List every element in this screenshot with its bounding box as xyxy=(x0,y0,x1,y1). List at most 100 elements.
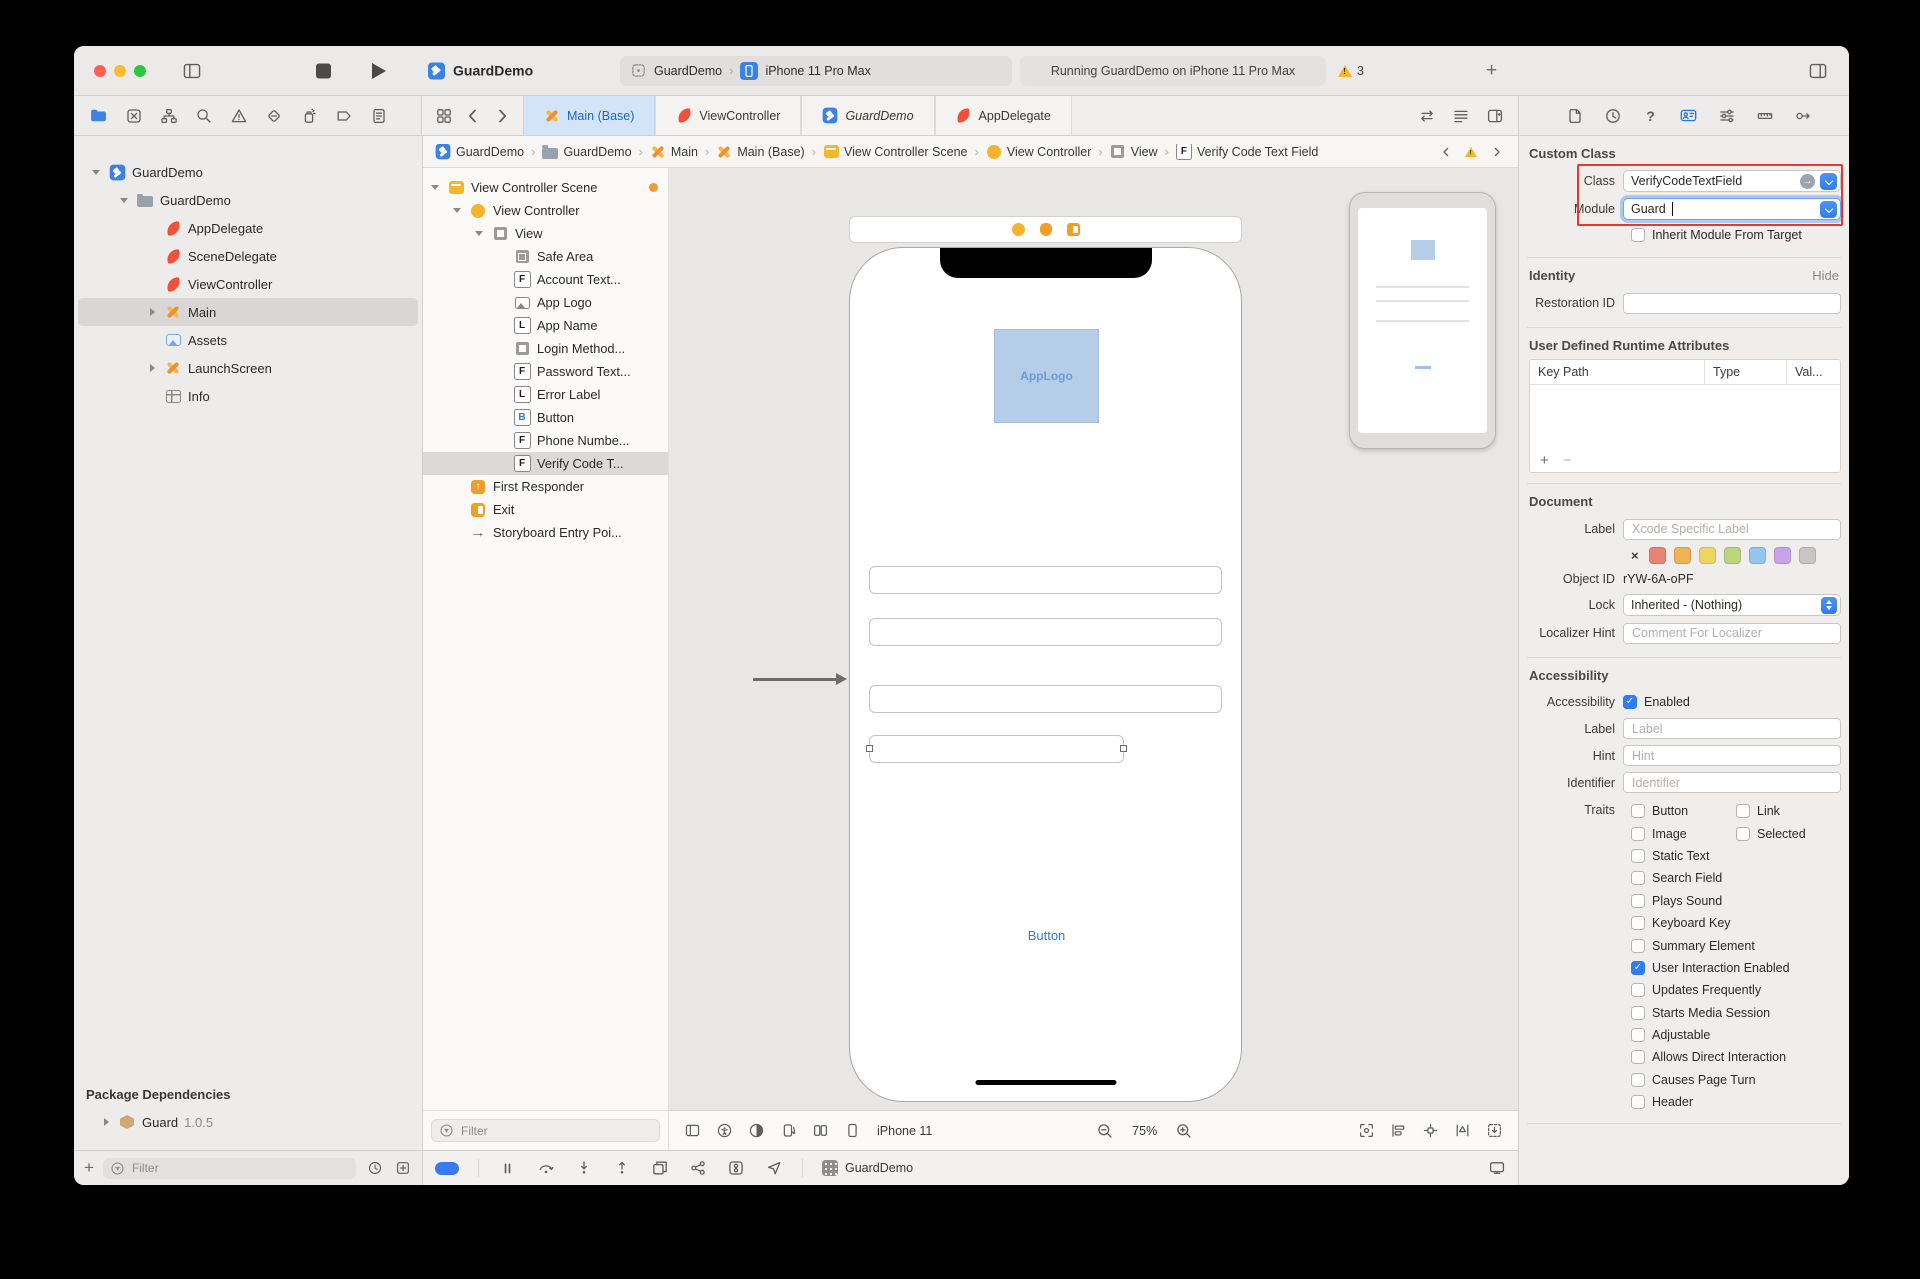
remove-attribute-button[interactable]: − xyxy=(1563,452,1572,469)
appearance-icon[interactable] xyxy=(747,1121,766,1140)
verify-code-text-field[interactable] xyxy=(869,735,1124,763)
breadcrumb-verify-code-text-field[interactable]: FVerify Code Text Field xyxy=(1176,144,1318,160)
file-inspector-icon[interactable] xyxy=(1565,106,1584,125)
color-swatch-3[interactable] xyxy=(1724,547,1741,564)
breadcrumb-view-controller-scene[interactable]: View Controller Scene xyxy=(823,144,967,160)
scheme-selector[interactable]: GuardDemo › iPhone 11 Pro Max xyxy=(620,56,1012,86)
restoration-id-input[interactable] xyxy=(1630,295,1834,311)
accessibility-label-input[interactable] xyxy=(1630,721,1834,737)
identity-inspector-icon[interactable] xyxy=(1679,106,1698,125)
class-dropdown-icon[interactable] xyxy=(1820,173,1837,190)
localizer-hint-input[interactable] xyxy=(1630,625,1834,641)
app-logo-view[interactable]: AppLogo xyxy=(994,329,1099,423)
step-out-icon[interactable] xyxy=(612,1159,631,1178)
size-inspector-icon[interactable] xyxy=(1755,106,1774,125)
trait-checkbox-allows-direct-interaction[interactable] xyxy=(1631,1050,1645,1064)
update-frames-icon[interactable] xyxy=(1485,1121,1504,1140)
color-swatch-5[interactable] xyxy=(1774,547,1791,564)
module-combo-box[interactable]: Guard xyxy=(1623,198,1841,220)
trait-checkbox-header[interactable] xyxy=(1631,1095,1645,1109)
zoom-out-icon[interactable] xyxy=(1096,1121,1115,1140)
trait-checkbox-link[interactable] xyxy=(1736,804,1750,818)
outline-toggle-icon[interactable] xyxy=(683,1121,702,1140)
split-editor-icon[interactable] xyxy=(811,1121,830,1140)
module-dropdown-icon[interactable] xyxy=(1820,201,1837,218)
scale-to-fit-icon[interactable] xyxy=(1357,1121,1376,1140)
inherit-module-checkbox[interactable] xyxy=(1631,228,1645,242)
lock-stepper-icon[interactable] xyxy=(1821,597,1837,614)
sidebar-item-guarddemo[interactable]: GuardDemo xyxy=(78,158,418,186)
zoom-level[interactable]: 75% xyxy=(1128,1124,1162,1138)
report-navigator-icon[interactable] xyxy=(369,106,388,125)
outline-item-first-responder[interactable]: ↑First Responder xyxy=(423,475,668,498)
breadcrumb-main[interactable]: Main xyxy=(650,144,698,160)
trait-checkbox-starts-media-session[interactable] xyxy=(1631,1006,1645,1020)
trait-checkbox-updates-frequently[interactable] xyxy=(1631,983,1645,997)
toggle-left-sidebar-icon[interactable] xyxy=(182,61,202,81)
outline-item-exit[interactable]: Exit xyxy=(423,498,668,521)
accessibility-enabled-checkbox[interactable] xyxy=(1623,695,1637,709)
trait-checkbox-keyboard-key[interactable] xyxy=(1631,916,1645,930)
disclosure-open-icon[interactable] xyxy=(118,198,130,203)
view-debugger-icon[interactable] xyxy=(650,1159,669,1178)
tab-guarddemo[interactable]: GuardDemo xyxy=(801,96,934,135)
disclosure-closed-icon[interactable] xyxy=(100,1118,112,1126)
warning-badge[interactable]: 3 xyxy=(1338,64,1364,78)
tab-main-base[interactable]: Main (Base) xyxy=(523,96,655,135)
selection-handle-left[interactable] xyxy=(866,745,873,752)
navigator-filter-field[interactable] xyxy=(103,1158,356,1179)
disclosure-open-icon[interactable] xyxy=(429,185,441,190)
color-swatch-1[interactable] xyxy=(1674,547,1691,564)
resolve-layout-icon[interactable] xyxy=(1453,1121,1472,1140)
trait-checkbox-image[interactable] xyxy=(1631,827,1645,841)
trait-checkbox-static-text[interactable] xyxy=(1631,849,1645,863)
align-icon[interactable] xyxy=(1389,1121,1408,1140)
history-inspector-icon[interactable] xyxy=(1603,106,1622,125)
orientation-icon[interactable] xyxy=(779,1121,798,1140)
zoom-in-icon[interactable] xyxy=(1175,1121,1194,1140)
accessibility-identifier-field[interactable] xyxy=(1623,772,1841,793)
debug-navigator-icon[interactable] xyxy=(299,106,318,125)
exit-dock-icon[interactable] xyxy=(1067,223,1080,236)
first-responder-dock-icon[interactable] xyxy=(1040,223,1052,236)
sidebar-item-assets[interactable]: Assets xyxy=(78,326,418,354)
sidebar-item-main[interactable]: Main xyxy=(78,298,418,326)
editor-list-icon[interactable] xyxy=(1451,106,1470,125)
breadcrumb-view[interactable]: View xyxy=(1110,144,1158,160)
connections-inspector-icon[interactable] xyxy=(1793,106,1812,125)
issue-navigator-icon[interactable] xyxy=(229,106,248,125)
simulate-location-icon[interactable] xyxy=(764,1159,783,1178)
project-navigator-icon[interactable] xyxy=(89,106,108,125)
outline-item-phone-numbe[interactable]: FPhone Numbe... xyxy=(423,429,668,452)
editor-grid-icon[interactable] xyxy=(434,106,453,125)
trait-checkbox-selected[interactable] xyxy=(1736,827,1750,841)
attributes-inspector-icon[interactable] xyxy=(1717,106,1736,125)
editor-swap-icon[interactable] xyxy=(1417,106,1436,125)
trait-checkbox-user-interaction-enabled[interactable] xyxy=(1631,961,1645,975)
account-text-field[interactable] xyxy=(869,566,1222,594)
close-window-button[interactable] xyxy=(94,65,106,77)
outline-item-storyboard-entry-poi[interactable]: →Storyboard Entry Poi... xyxy=(423,521,668,544)
document-label-input[interactable] xyxy=(1630,521,1834,537)
next-issue-icon[interactable] xyxy=(1487,142,1506,161)
color-swatch-0[interactable] xyxy=(1649,547,1666,564)
find-icon[interactable] xyxy=(194,106,213,125)
runtime-attributes-table[interactable]: Key Path Type Val... + − xyxy=(1529,359,1841,473)
memory-graph-icon[interactable] xyxy=(688,1159,707,1178)
localizer-hint-field[interactable] xyxy=(1623,623,1841,644)
outline-filter-field[interactable] xyxy=(431,1119,660,1142)
stop-button[interactable] xyxy=(316,63,331,78)
outline-item-app-logo[interactable]: App Logo xyxy=(423,291,668,314)
source-control-icon[interactable] xyxy=(124,106,143,125)
document-label-field[interactable] xyxy=(1623,519,1841,540)
hide-link[interactable]: Hide xyxy=(1812,268,1839,283)
outline-item-view-controller[interactable]: View Controller xyxy=(423,199,668,222)
sidebar-item-appdelegate[interactable]: AppDelegate xyxy=(78,214,418,242)
lock-dropdown[interactable]: Inherited - (Nothing) xyxy=(1623,594,1841,616)
outline-item-view-controller-scene[interactable]: View Controller Scene xyxy=(423,176,668,199)
breadcrumb-view-controller[interactable]: View Controller xyxy=(986,144,1092,160)
pin-icon[interactable] xyxy=(1421,1121,1440,1140)
debug-session-label[interactable]: GuardDemo xyxy=(822,1160,913,1176)
disclosure-open-icon[interactable] xyxy=(473,231,485,236)
add-file-button[interactable]: + xyxy=(84,1158,94,1178)
